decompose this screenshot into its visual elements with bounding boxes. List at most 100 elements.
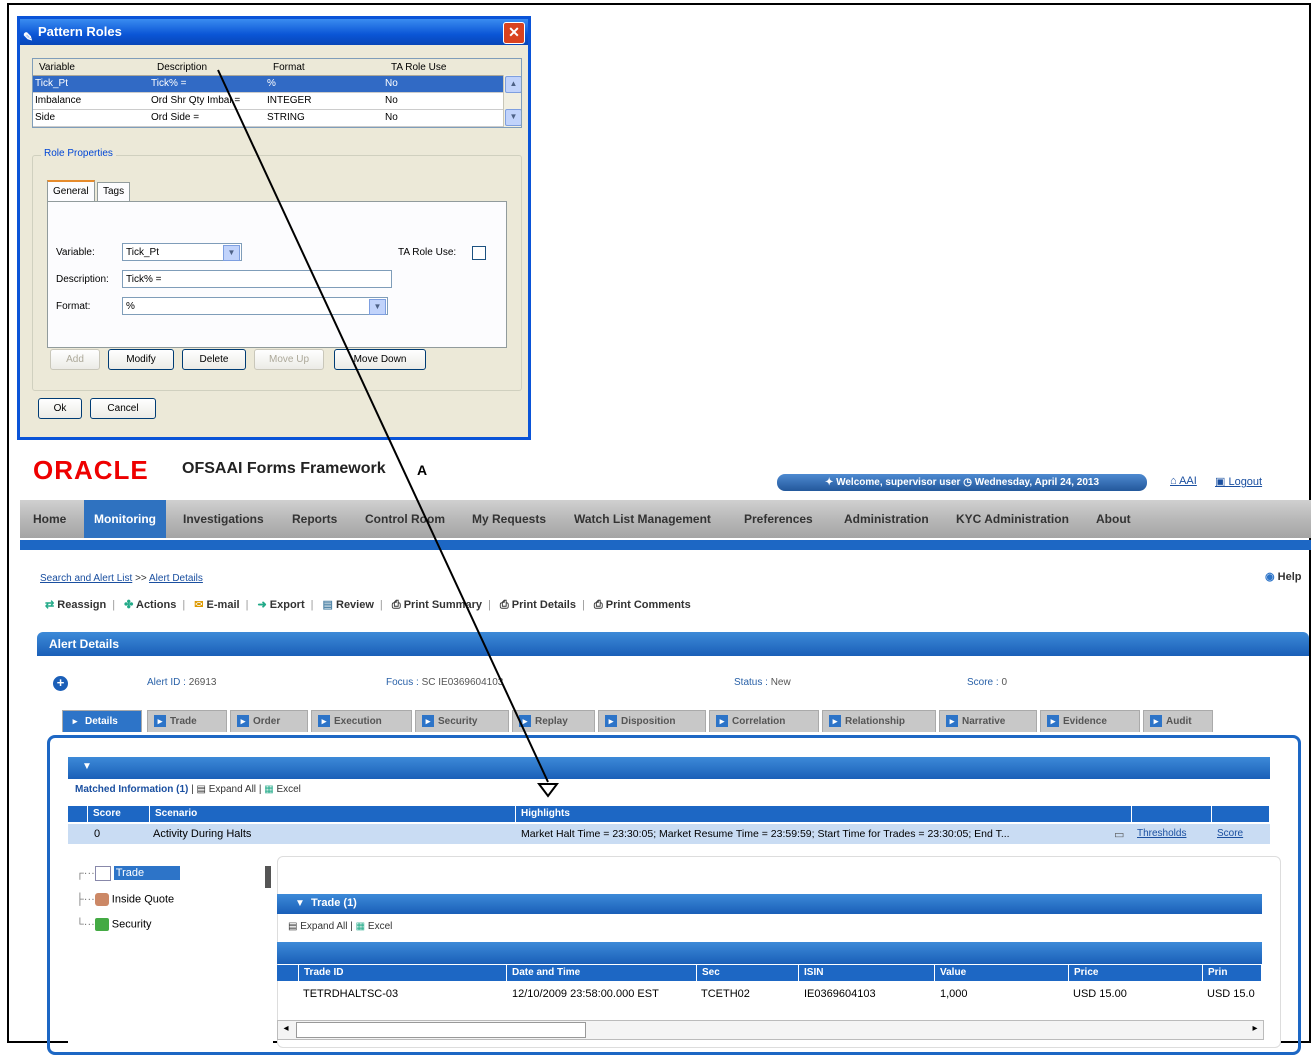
- more-icon[interactable]: ▭: [1114, 828, 1124, 841]
- format-select[interactable]: % ▼: [122, 297, 388, 315]
- trade-col-date-time[interactable]: Date and Time: [507, 965, 697, 981]
- matched-excel[interactable]: Excel: [276, 784, 300, 795]
- grid-row[interactable]: Tick_Pt Tick% = % No: [33, 76, 503, 93]
- tab-disposition[interactable]: Disposition: [598, 710, 706, 732]
- dialog-titlebar[interactable]: ✎ Pattern Roles ✕: [20, 19, 528, 45]
- grid-row[interactable]: Side Ord Side = STRING No: [33, 110, 503, 127]
- tree-item-inside-quote[interactable]: ├··· Inside Quote: [76, 893, 174, 906]
- description-field[interactable]: Tick% =: [122, 270, 392, 288]
- matched-col-highlights[interactable]: Highlights: [516, 806, 1132, 822]
- reassign-action[interactable]: Reassign: [57, 599, 106, 611]
- chevron-down-icon[interactable]: ▼: [223, 245, 240, 261]
- trade-hscrollbar[interactable]: ◂ ▸: [277, 1020, 1264, 1040]
- export-action[interactable]: Export: [270, 599, 305, 611]
- logout-link[interactable]: ▣ Logout: [1215, 475, 1262, 488]
- nav-control-room[interactable]: Control Room: [365, 500, 445, 538]
- tab-relationship[interactable]: Relationship: [822, 710, 936, 732]
- breadcrumb-alert-details[interactable]: Alert Details: [149, 573, 203, 584]
- splitter-handle[interactable]: [265, 866, 271, 888]
- trade-expand-all[interactable]: Expand All: [300, 921, 347, 932]
- matched-col-scenario[interactable]: Scenario: [150, 806, 516, 822]
- nav-kyc-administration[interactable]: KYC Administration: [956, 500, 1069, 538]
- email-action[interactable]: E-mail: [207, 599, 240, 611]
- tree-item-security[interactable]: └··· Security: [76, 918, 152, 931]
- ok-button[interactable]: Ok: [38, 398, 82, 419]
- grid-col-variable[interactable]: Variable: [39, 62, 75, 73]
- tree-item-security-label: Security: [111, 918, 152, 931]
- tab-narrative[interactable]: Narrative: [939, 710, 1037, 732]
- alert-focus-label: Focus :: [386, 677, 419, 688]
- print-summary-action[interactable]: Print Summary: [404, 599, 482, 611]
- trade-col-value[interactable]: Value: [935, 965, 1069, 981]
- trade-section-bar[interactable]: ▼ Trade (1): [277, 894, 1262, 914]
- delete-button[interactable]: Delete: [182, 349, 246, 370]
- help-link[interactable]: ◉ Help: [1265, 570, 1302, 583]
- close-icon[interactable]: ✕: [503, 22, 525, 44]
- tab-correlation[interactable]: Correlation: [709, 710, 819, 732]
- format-label: Format:: [56, 301, 91, 312]
- print-comments-action[interactable]: Print Comments: [606, 599, 691, 611]
- move-up-button[interactable]: Move Up: [254, 349, 324, 370]
- matched-col-score[interactable]: Score: [88, 806, 150, 822]
- review-action[interactable]: Review: [336, 599, 374, 611]
- nav-watch-list[interactable]: Watch List Management: [574, 500, 711, 538]
- trade-col-trade-id[interactable]: Trade ID: [299, 965, 507, 981]
- expand-plus-icon[interactable]: +: [53, 676, 68, 691]
- print-details-action[interactable]: Print Details: [512, 599, 576, 611]
- tab-trade[interactable]: Trade: [147, 710, 227, 732]
- trade-col-prin[interactable]: Prin: [1203, 965, 1262, 981]
- nav-home[interactable]: Home: [33, 500, 66, 538]
- scroll-left-icon[interactable]: ◂: [279, 1022, 293, 1036]
- grid-col-description[interactable]: Description: [157, 62, 207, 73]
- aai-link[interactable]: ⌂ AAI: [1170, 475, 1197, 487]
- tab-audit[interactable]: Audit: [1143, 710, 1213, 732]
- window-icon: ✎: [23, 30, 34, 44]
- tab-replay[interactable]: Replay: [512, 710, 595, 732]
- tab-details[interactable]: Details: [62, 710, 142, 732]
- trade-excel[interactable]: Excel: [368, 921, 392, 932]
- move-down-button[interactable]: Move Down: [334, 349, 426, 370]
- grid-col-ta-role-use[interactable]: TA Role Use: [391, 62, 446, 73]
- oracle-logo: ORACLE: [33, 455, 149, 485]
- tab-security[interactable]: Security: [415, 710, 509, 732]
- nav-reports[interactable]: Reports: [292, 500, 337, 538]
- add-button[interactable]: Add: [50, 349, 100, 370]
- nav-administration[interactable]: Administration: [844, 500, 929, 538]
- matched-expand-all[interactable]: Expand All: [209, 784, 256, 795]
- modify-button[interactable]: Modify: [108, 349, 174, 370]
- variable-select[interactable]: Tick_Pt ▼: [122, 243, 242, 261]
- nav-preferences[interactable]: Preferences: [744, 500, 813, 538]
- scroll-down-icon[interactable]: ▼: [505, 109, 521, 126]
- matched-section-bar[interactable]: ▼: [68, 757, 1270, 779]
- nav-my-requests[interactable]: My Requests: [472, 500, 546, 538]
- grid-col-format[interactable]: Format: [273, 62, 305, 73]
- nav-investigations[interactable]: Investigations: [183, 500, 264, 538]
- grid-row[interactable]: Imbalance Ord Shr Qty Imbal = INTEGER No: [33, 93, 503, 110]
- tree-item-trade[interactable]: ┌··· Trade: [76, 866, 181, 881]
- tab-evidence[interactable]: Evidence: [1040, 710, 1140, 732]
- trade-col-sec[interactable]: Sec: [697, 965, 799, 981]
- nav-monitoring[interactable]: Monitoring: [84, 500, 166, 538]
- grid-scrollbar[interactable]: ▲ ▼: [503, 75, 521, 127]
- matched-row[interactable]: 0 Activity During Halts Market Halt Time…: [68, 824, 1270, 844]
- collapse-icon[interactable]: ▼: [82, 761, 92, 772]
- scroll-up-icon[interactable]: ▲: [505, 76, 521, 93]
- ta-role-use-checkbox[interactable]: [472, 246, 486, 260]
- tab-tags[interactable]: Tags: [97, 182, 131, 201]
- cancel-button[interactable]: Cancel: [90, 398, 156, 419]
- trade-col-price[interactable]: Price: [1069, 965, 1203, 981]
- tab-execution[interactable]: Execution: [311, 710, 412, 732]
- score-link[interactable]: Score: [1217, 828, 1243, 839]
- tab-general[interactable]: General: [47, 180, 95, 202]
- tab-order[interactable]: Order: [230, 710, 308, 732]
- actions-action[interactable]: Actions: [136, 599, 176, 611]
- scroll-right-icon[interactable]: ▸: [1248, 1022, 1262, 1036]
- scroll-thumb[interactable]: [296, 1022, 586, 1038]
- nav-about[interactable]: About: [1096, 500, 1131, 538]
- breadcrumb-search[interactable]: Search and Alert List: [40, 573, 132, 584]
- chevron-down-icon[interactable]: ▼: [369, 299, 386, 315]
- thresholds-link[interactable]: Thresholds: [1137, 828, 1186, 839]
- matched-col-spacer: [68, 806, 88, 822]
- trade-col-isin[interactable]: ISIN: [799, 965, 935, 981]
- collapse-icon[interactable]: ▼: [295, 898, 305, 909]
